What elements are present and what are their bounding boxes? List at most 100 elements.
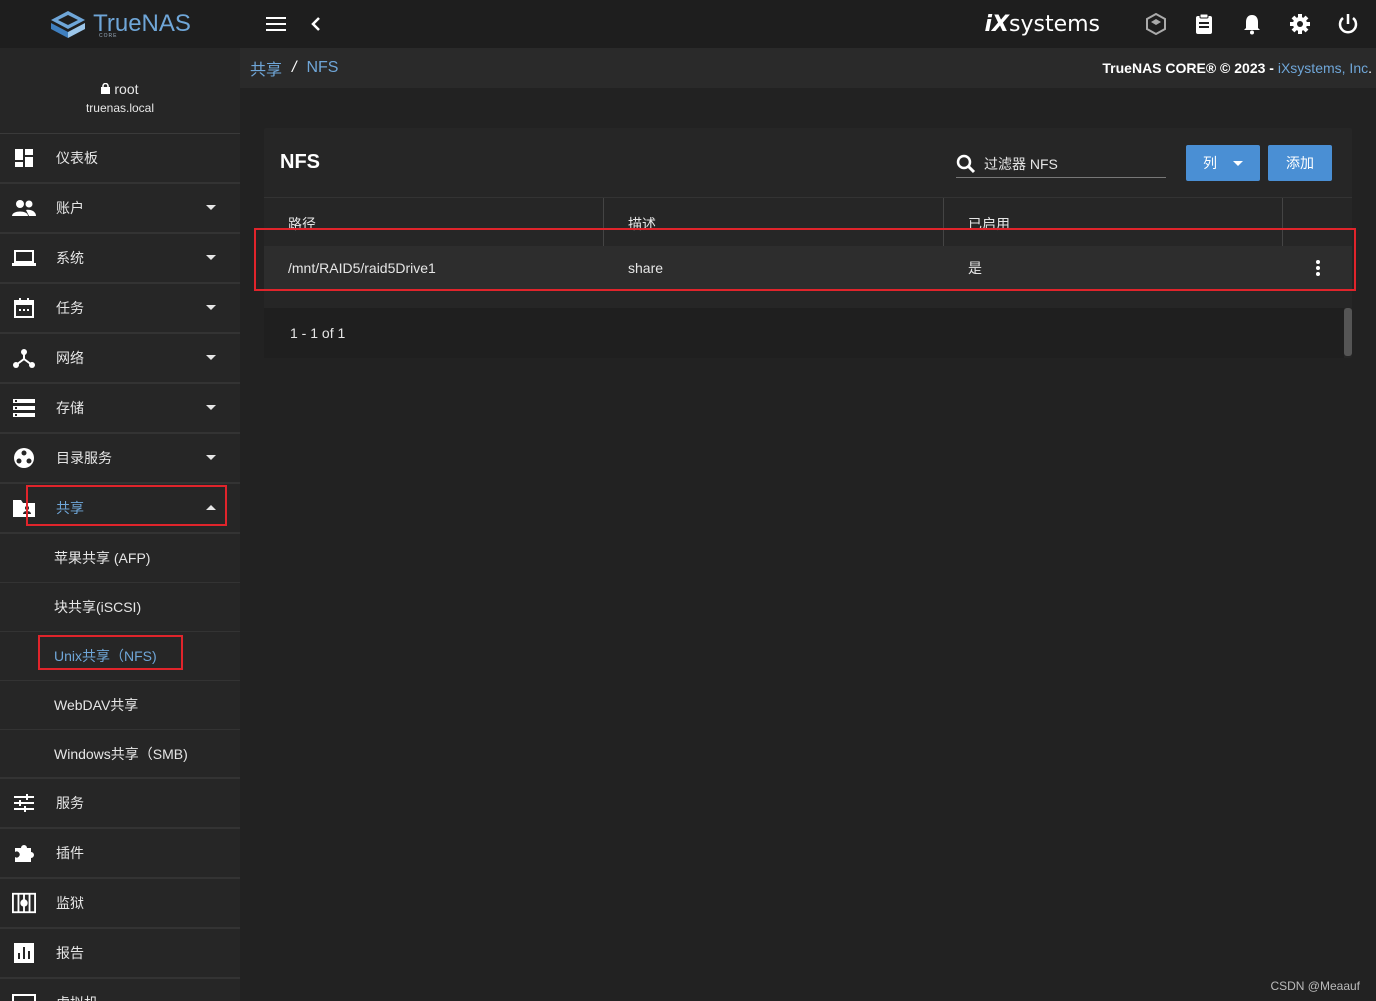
- table-row[interactable]: /mnt/RAID5/raid5Drive1 share 是: [264, 246, 1352, 290]
- sidebar-item-jails[interactable]: 监狱: [0, 879, 240, 929]
- user-name: root: [114, 81, 139, 97]
- top-bar: TrueNAS CORE iXsystems: [0, 0, 1376, 48]
- user-name-row: root: [0, 81, 240, 97]
- sidebar-subitem-label: WebDAV共享: [54, 697, 139, 713]
- scrollbar[interactable]: [1344, 308, 1352, 356]
- sidebar-item-label: 监狱: [56, 895, 84, 911]
- brand-sub: CORE: [99, 33, 118, 39]
- truecommand-icon[interactable]: [1132, 0, 1180, 48]
- sidebar-item-virtual-machines[interactable]: 虚拟机: [0, 979, 240, 1001]
- chevron-down-icon: [206, 205, 216, 210]
- computer-icon: [12, 991, 36, 1001]
- columns-button[interactable]: 列: [1186, 145, 1260, 181]
- cell-description: share: [628, 260, 664, 276]
- chevron-left-icon[interactable]: [296, 0, 336, 48]
- network-icon: [12, 346, 36, 370]
- dashboard-icon: [12, 146, 36, 170]
- tune-icon: [12, 791, 36, 815]
- sidebar-subitem-label: 苹果共享 (AFP): [54, 550, 151, 566]
- directory-services-icon: [12, 446, 36, 470]
- sidebar-subitem-webdav[interactable]: WebDAV共享: [0, 681, 240, 730]
- column-header-actions: [1283, 198, 1352, 246]
- vendor-suffix: systems: [1009, 11, 1100, 37]
- people-icon: [12, 196, 36, 220]
- nfs-card: NFS 过滤器 NFS 列 添加 路径 描述 已启用 /mnt/RAID5/ra…: [264, 128, 1352, 358]
- chevron-up-icon: [206, 505, 216, 510]
- bell-icon[interactable]: [1228, 0, 1276, 48]
- clipboard-icon[interactable]: [1180, 0, 1228, 48]
- sidebar-item-label: 服务: [56, 795, 84, 811]
- sidebar-item-network[interactable]: 网络: [0, 334, 240, 384]
- brand-logo[interactable]: TrueNAS CORE: [0, 0, 240, 48]
- filter-placeholder: 过滤器 NFS: [984, 155, 1058, 172]
- sidebar-subitem-nfs[interactable]: Unix共享（NFS): [0, 632, 240, 681]
- breadcrumb-sharing[interactable]: 共享: [250, 56, 282, 80]
- add-button-label: 添加: [1286, 155, 1314, 171]
- sidebar-subitem-iscsi[interactable]: 块共享(iSCSI): [0, 583, 240, 632]
- folder-shared-icon: [12, 496, 36, 520]
- columns-button-label: 列: [1203, 155, 1217, 171]
- power-icon[interactable]: [1324, 0, 1372, 48]
- chevron-down-icon: [206, 255, 216, 260]
- sidebar-item-label: 网络: [56, 350, 84, 366]
- caret-down-icon: [1233, 160, 1243, 166]
- chart-icon: [12, 941, 36, 965]
- breadcrumb-separator: /: [292, 59, 297, 76]
- sidebar-item-label: 插件: [56, 845, 84, 861]
- search-icon: [956, 154, 976, 173]
- sidebar-item-label: 报告: [56, 945, 84, 961]
- sidebar-item-tasks[interactable]: 任务: [0, 284, 240, 334]
- copyright-company-link[interactable]: iXsystems, Inc: [1278, 60, 1368, 76]
- sidebar-subitem-label: Windows共享（SMB): [54, 745, 188, 762]
- sidebar-subitem-label: 块共享(iSCSI): [54, 599, 142, 615]
- card-title: NFS: [280, 151, 320, 173]
- sidebar-item-label: 存储: [56, 400, 84, 416]
- laptop-icon: [12, 246, 36, 270]
- main-content: NFS 过滤器 NFS 列 添加 路径 描述 已启用 /mnt/RAID5/ra…: [240, 88, 1376, 1001]
- sidebar-item-directory-services[interactable]: 目录服务: [0, 434, 240, 484]
- sidebar-item-label: 任务: [56, 300, 84, 316]
- sidebar-item-label: 共享: [56, 500, 84, 516]
- lock-icon: [101, 82, 111, 94]
- sidebar-item-label: 系统: [56, 250, 84, 266]
- host-name: truenas.local: [85, 101, 155, 115]
- sidebar-item-label: 目录服务: [56, 450, 112, 466]
- add-button[interactable]: 添加: [1268, 145, 1332, 181]
- filter-input[interactable]: 过滤器 NFS: [956, 150, 1166, 178]
- sidebar-item-dashboard[interactable]: 仪表板: [0, 134, 240, 184]
- user-panel: root truenas.local: [0, 48, 240, 134]
- sidebar-item-sharing[interactable]: 共享: [0, 484, 240, 534]
- more-vert-icon[interactable]: [1283, 259, 1352, 277]
- menu-icon[interactable]: [256, 0, 296, 48]
- puzzle-icon: [12, 841, 36, 865]
- column-header-path[interactable]: 路径: [264, 198, 604, 246]
- column-header-description[interactable]: 描述: [604, 198, 944, 246]
- sidebar-item-plugins[interactable]: 插件: [0, 829, 240, 879]
- breadcrumb-nfs[interactable]: NFS: [306, 59, 338, 77]
- breadcrumb: 共享 / NFS TrueNAS CORE® © 2023 - iXsystem…: [240, 48, 1376, 88]
- sidebar-item-services[interactable]: 服务: [0, 779, 240, 829]
- gear-icon[interactable]: [1276, 0, 1324, 48]
- cell-enabled: 是: [968, 260, 982, 276]
- sidebar-subitem-smb[interactable]: Windows共享（SMB): [0, 730, 240, 779]
- copyright: TrueNAS CORE® © 2023 - iXsystems, Inc.: [1102, 60, 1372, 76]
- sidebar: root truenas.local 仪表板 账户 系统 任务 网络 存储 目录…: [0, 48, 240, 1001]
- card-header: NFS 过滤器 NFS 列 添加: [264, 128, 1352, 198]
- sidebar-subitem-afp[interactable]: 苹果共享 (AFP): [0, 534, 240, 583]
- table-header: 路径 描述 已启用: [264, 198, 1352, 246]
- column-header-enabled[interactable]: 已启用: [944, 198, 1283, 246]
- sidebar-item-accounts[interactable]: 账户: [0, 184, 240, 234]
- sidebar-item-label: 虚拟机: [56, 993, 98, 1001]
- sidebar-item-system[interactable]: 系统: [0, 234, 240, 284]
- cell-path: /mnt/RAID5/raid5Drive1: [288, 260, 436, 276]
- vendor-prefix: iX: [984, 11, 1009, 37]
- ixsystems-logo[interactable]: iXsystems: [984, 12, 1100, 37]
- sidebar-item-label: 账户: [56, 200, 84, 216]
- sidebar-item-storage[interactable]: 存储: [0, 384, 240, 434]
- chevron-down-icon: [206, 405, 216, 410]
- chevron-down-icon: [206, 455, 216, 460]
- sidebar-subitem-label: Unix共享（NFS): [54, 648, 157, 664]
- sidebar-item-label: 仪表板: [56, 150, 98, 166]
- storage-icon: [12, 396, 36, 420]
- sidebar-item-reporting[interactable]: 报告: [0, 929, 240, 979]
